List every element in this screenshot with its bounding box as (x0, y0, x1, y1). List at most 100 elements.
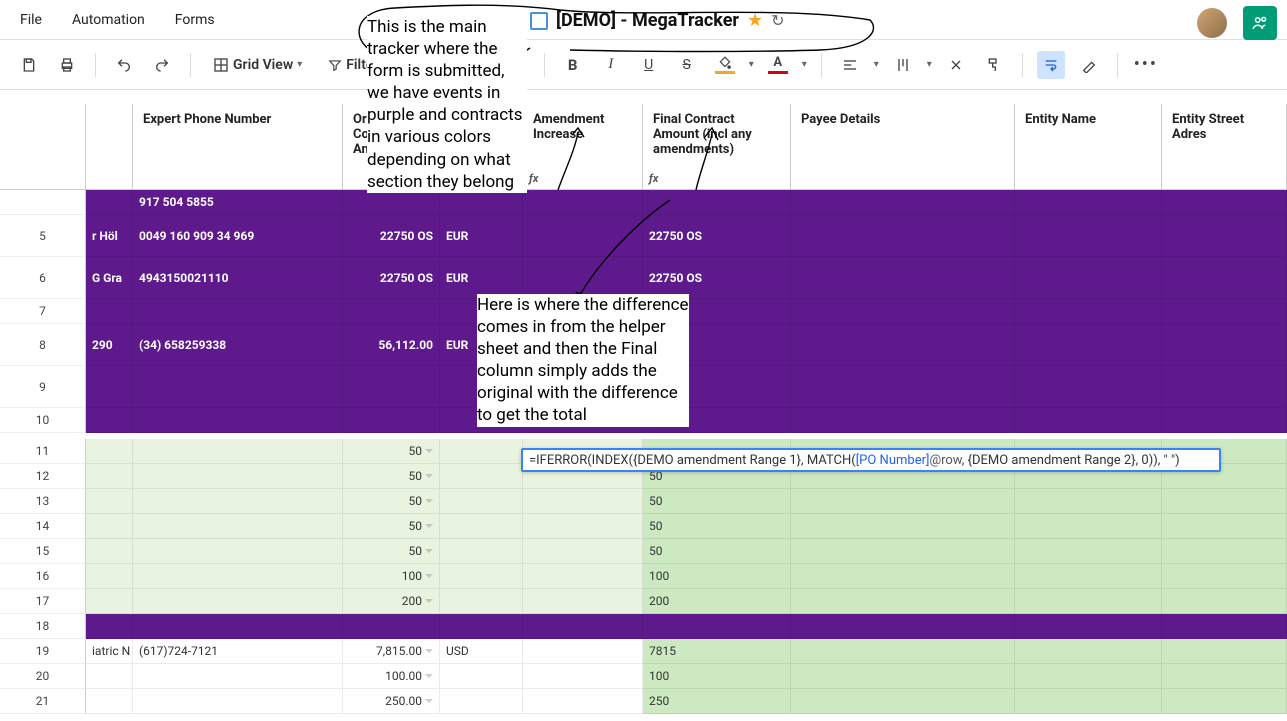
chevron-down-icon[interactable]: ▾ (874, 59, 879, 70)
cell[interactable] (1162, 408, 1287, 433)
cell[interactable] (1162, 489, 1287, 514)
cell[interactable]: 7815 (643, 639, 791, 664)
cell[interactable]: 250 (643, 689, 791, 714)
cell[interactable] (523, 366, 643, 408)
filter-button[interactable]: Filter (320, 53, 386, 77)
cell[interactable]: 22750 OS (343, 215, 440, 257)
cell[interactable] (523, 589, 643, 614)
undo-icon[interactable] (110, 51, 138, 79)
cell[interactable]: 0049 160 909 34 969 (133, 215, 343, 257)
cell[interactable] (523, 539, 643, 564)
chevron-down-icon[interactable]: ▾ (802, 59, 807, 70)
cell[interactable] (133, 439, 343, 464)
cell[interactable]: EUR (440, 324, 523, 366)
cell[interactable]: (34) 658259338 (133, 324, 343, 366)
table-row[interactable]: 20100.00100 (0, 664, 1287, 689)
cell[interactable]: 50 (643, 514, 791, 539)
cell[interactable] (791, 257, 1015, 299)
cell[interactable] (523, 564, 643, 589)
formula-editor[interactable]: =IFERROR(INDEX({DEMO amendment Range 1},… (521, 448, 1221, 472)
cell[interactable] (523, 299, 643, 324)
column-header[interactable]: Entity Street Adres (1162, 104, 1287, 189)
table-row[interactable]: 10 (0, 408, 1287, 433)
cell[interactable] (791, 664, 1015, 689)
cell[interactable] (86, 539, 133, 564)
cell[interactable] (133, 664, 343, 689)
table-row[interactable]: 7 (0, 299, 1287, 324)
cell[interactable] (86, 489, 133, 514)
cell[interactable] (643, 366, 791, 408)
cell[interactable] (86, 366, 133, 408)
cell[interactable]: 200 (643, 589, 791, 614)
cell[interactable] (523, 614, 643, 639)
cell[interactable] (86, 689, 133, 714)
row-number[interactable]: 10 (0, 408, 86, 433)
column-header[interactable]: Currency (440, 104, 523, 189)
cell[interactable]: USD (440, 639, 523, 664)
cell[interactable] (523, 215, 643, 257)
cell[interactable]: 290 (86, 324, 133, 366)
row-number[interactable]: 14 (0, 514, 86, 539)
cell[interactable] (343, 366, 440, 408)
favorite-star-icon[interactable]: ★ (747, 10, 763, 31)
refresh-icon[interactable]: ↻ (771, 11, 784, 30)
table-row[interactable]: 16 100 100 (0, 564, 1287, 589)
cell[interactable] (1162, 589, 1287, 614)
cell[interactable] (440, 299, 523, 324)
cell[interactable] (133, 564, 343, 589)
cell[interactable] (440, 366, 523, 408)
cell[interactable]: 4943150021110 (133, 257, 343, 299)
row-number[interactable]: 16 (0, 564, 86, 589)
cell[interactable] (133, 489, 343, 514)
cell[interactable] (1015, 589, 1162, 614)
cell[interactable] (523, 514, 643, 539)
cell[interactable] (133, 464, 343, 489)
cell[interactable] (440, 589, 523, 614)
cell[interactable] (1015, 324, 1162, 366)
cell[interactable]: (617)724-7121 (133, 639, 343, 664)
column-header[interactable]: Expert Phone Number (133, 104, 343, 189)
row-number[interactable]: 6 (0, 257, 86, 299)
cell[interactable]: 100 (343, 564, 440, 589)
table-row[interactable]: 19iatric N(617)724-71217,815.00USD7815 (0, 639, 1287, 664)
cell[interactable] (791, 564, 1015, 589)
cell[interactable] (1015, 614, 1162, 639)
cell[interactable] (523, 664, 643, 689)
row-number[interactable]: 21 (0, 689, 86, 714)
cell[interactable] (643, 190, 791, 215)
sheet-title[interactable]: [DEMO] - MegaTracker (556, 10, 739, 31)
cell[interactable] (440, 408, 523, 433)
share-button[interactable] (1243, 6, 1277, 40)
column-header[interactable]: Amendment Increaseƒx (523, 104, 643, 189)
cell[interactable]: 100 (643, 564, 791, 589)
wrap-text-button[interactable] (1037, 51, 1065, 79)
table-row[interactable]: 18 (0, 614, 1287, 639)
cell[interactable] (440, 439, 523, 464)
table-row[interactable]: 6G Gra494315002111022750 OSEUR22750 OS (0, 257, 1287, 299)
font-size-selector[interactable]: 10 ▾ (481, 53, 530, 77)
cell[interactable]: 22750 OS (643, 215, 791, 257)
cell[interactable]: 22750 OS (643, 257, 791, 299)
cell[interactable]: iatric N (86, 639, 133, 664)
cell[interactable] (791, 514, 1015, 539)
cell[interactable] (791, 614, 1015, 639)
cell[interactable] (133, 408, 343, 433)
table-row[interactable]: 917 504 5855 (0, 190, 1287, 215)
cell[interactable] (791, 366, 1015, 408)
cell[interactable] (86, 464, 133, 489)
row-number[interactable]: 7 (0, 299, 86, 324)
text-color-button[interactable]: A (764, 51, 792, 79)
cell[interactable] (440, 689, 523, 714)
cell[interactable]: G Gra (86, 257, 133, 299)
cell[interactable] (343, 299, 440, 324)
print-icon[interactable] (53, 51, 81, 79)
cell[interactable] (1015, 366, 1162, 408)
cell[interactable]: 56,112.00 (343, 324, 440, 366)
redo-icon[interactable] (148, 51, 176, 79)
cell[interactable] (1015, 299, 1162, 324)
cell[interactable]: 22750 OS (343, 257, 440, 299)
align-left-button[interactable] (836, 51, 864, 79)
cell[interactable] (440, 564, 523, 589)
format-painter-button[interactable] (980, 51, 1008, 79)
column-header[interactable]: Payee Details (791, 104, 1015, 189)
